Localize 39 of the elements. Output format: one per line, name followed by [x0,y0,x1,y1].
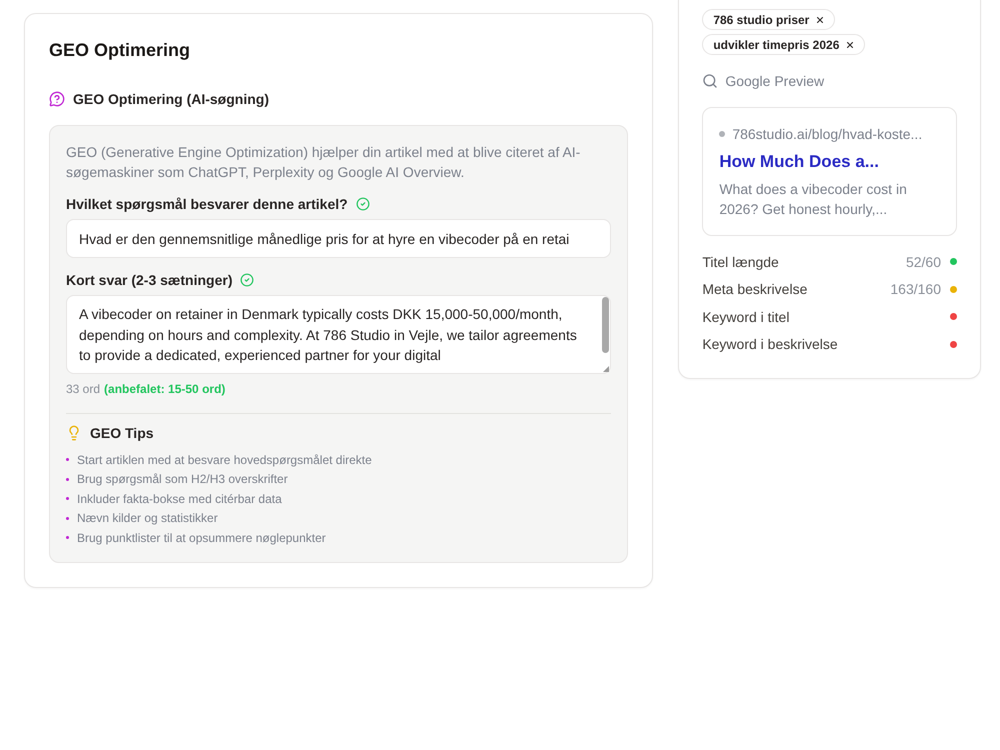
field-label: Hvilket spørgsmål besvarer denne artikel? [66,196,348,212]
card-title: GEO Optimering [49,39,192,62]
search-icon [702,73,718,89]
tip-text: Inkluder fakta-bokse med citérbar data [77,492,282,506]
tip-text: Brug punktlister til at opsummere nøglepunkter [77,530,326,545]
tip-text: Brug spørgsmål som H2/H3 overskrifter [77,472,288,486]
metric-label: Titel længde [702,254,780,270]
tip-text: Start artiklen med at besvare hovedspørgsmålet direkte [77,452,372,467]
answer-textarea[interactable]: A vibecoder on retainer in Denmark typically costs DKK 15,000-50,000/month, depending on hours and complexity. At 786 Studio in Vejle, we tailor agreements to provide a dedicated, experienced partner for your digital [66,295,612,374]
metric-label: Keyword i titel [702,308,790,325]
tips-heading: GEO Tips [90,425,154,441]
scrollbar-thumb[interactable] [602,297,610,353]
preview-title: How Much Does a... [719,151,880,173]
chat-question-icon [49,91,65,107]
bullet-icon [66,497,69,500]
metric-label: Meta beskrivelse [702,281,808,298]
tag-label: udvikler timepris 2026 [713,38,840,52]
metric-value: 52/60 [906,254,941,270]
bullet-icon [66,458,69,462]
close-icon[interactable] [845,40,856,50]
tag-label: 786 studio priser [713,12,810,26]
description-text: GEO (Generative Engine Optimization) hjælper din artikel med at blive citeret af AI-søgemaskiner som ChatGPT, Perplexity og Google AI Overview. [66,143,582,182]
recommended-range: (anbefalet: 15-50 ord) [104,381,226,397]
bullet-icon [66,536,69,540]
metric-value: 163/160 [890,281,941,298]
dot-icon [719,131,726,137]
section-heading: GEO Optimering (AI-søgning) [73,91,269,107]
resize-grip-icon[interactable] [603,366,610,372]
preview-url: 786studio.ai/blog/hvad-koste... [732,126,922,142]
preview-heading: Google Preview [725,73,824,89]
question-input[interactable]: Hvad er den gennemsnitlige månedlige pris for at hyre en vibecoder på en retai [66,219,612,258]
preview-description: What does a vibecoder cost in 2026? Get honest hourly,... [719,180,908,219]
word-count: 33 ord [66,381,100,397]
bullet-icon [66,516,69,520]
tip-text: Nævn kilder og statistikker [77,511,218,526]
field-label: Kort svar (2-3 sætninger) [66,272,232,288]
close-icon[interactable] [815,14,826,24]
bullet-icon [66,478,69,481]
metric-label: Keyword i beskrivelse [702,336,839,352]
